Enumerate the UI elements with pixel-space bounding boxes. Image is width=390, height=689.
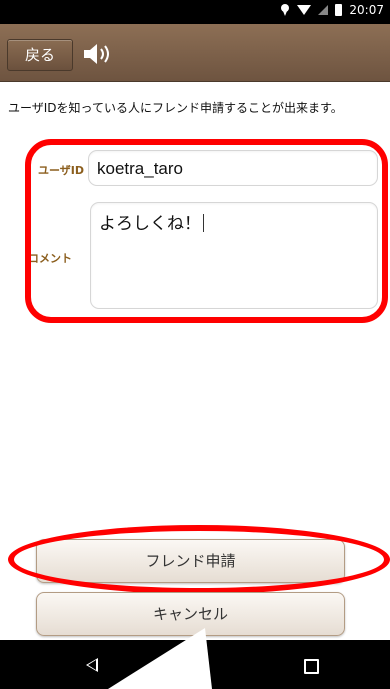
intro-text: ユーザIDを知っている人にフレンド申請することが出来ます。	[8, 101, 343, 115]
signal-icon	[318, 5, 329, 15]
cancel-button[interactable]: キャンセル	[36, 592, 345, 636]
highlight-oval-form	[25, 139, 388, 323]
highlight-oval-button	[8, 525, 390, 594]
battery-icon	[335, 4, 343, 16]
back-button[interactable]: 戻る	[7, 39, 73, 71]
status-icons: 20:07	[280, 3, 384, 17]
status-bar: 20:07	[0, 0, 390, 24]
speaker-icon[interactable]	[80, 42, 114, 66]
nav-recent-apps-icon[interactable]	[304, 659, 319, 674]
phone-screen: 20:07 戻る ユーザIDを知っている人にフレンド申請することが出来ます。 ユ…	[0, 0, 390, 689]
location-icon	[280, 4, 290, 16]
title-bar: 戻る	[0, 24, 390, 82]
navigation-bar	[0, 640, 390, 689]
wifi-icon	[297, 5, 312, 15]
nav-back-icon[interactable]	[86, 658, 98, 672]
status-time: 20:07	[349, 3, 384, 17]
